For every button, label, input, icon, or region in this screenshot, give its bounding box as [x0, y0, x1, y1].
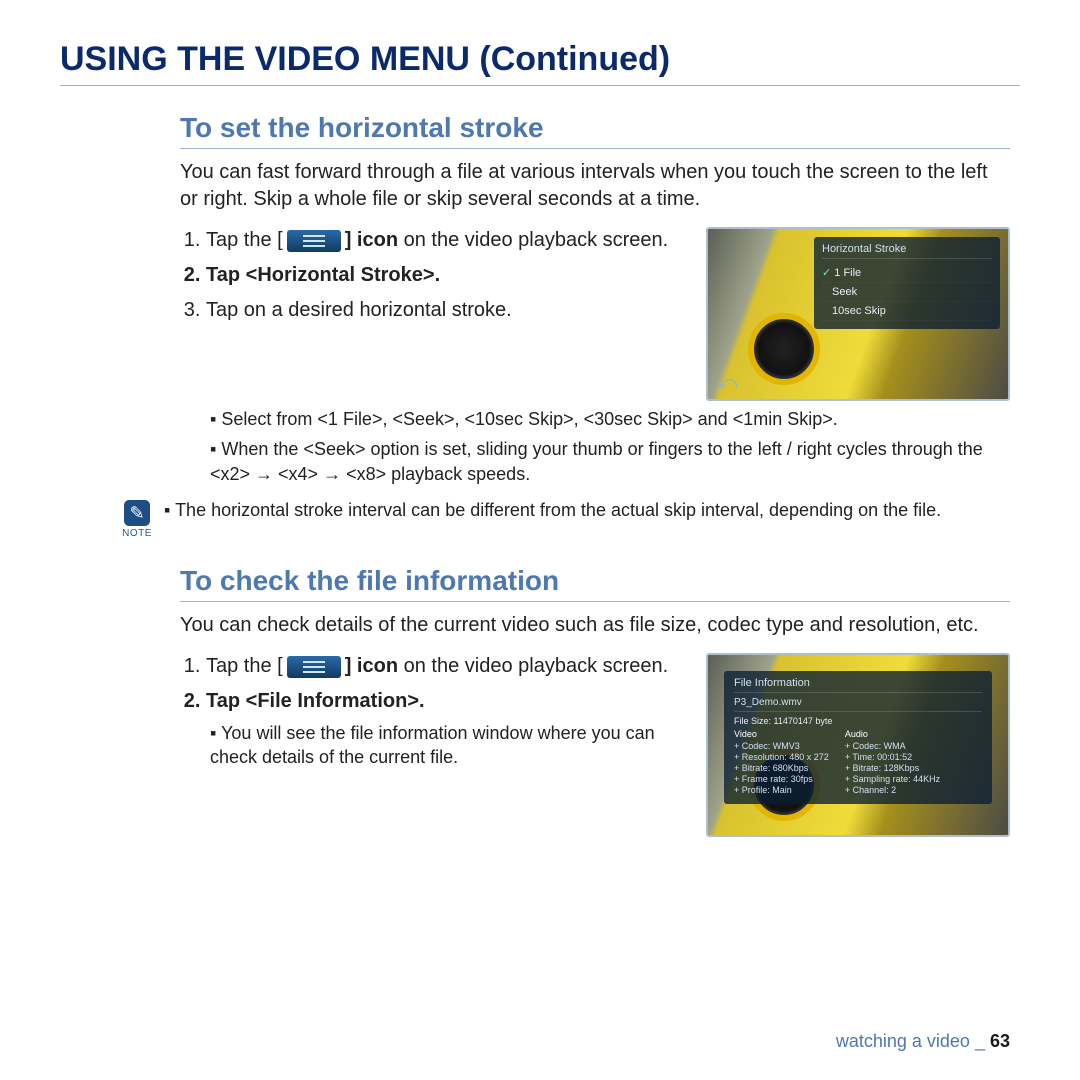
footer-section: watching a video _: [836, 1031, 990, 1051]
section2-step2: Tap <File Information>. You will see the…: [206, 688, 686, 770]
a-codec: + Codec: WMA: [845, 741, 940, 751]
section2-steps: Tap the [ ] icon on the video playback sc…: [180, 653, 686, 770]
v-res: + Resolution: 480 x 272: [734, 752, 829, 762]
s2-step1-b: ] icon: [345, 655, 398, 677]
section1-heading: To set the horizontal stroke: [180, 112, 1010, 149]
step2-part-c: .: [435, 264, 441, 286]
menu-icon: [287, 230, 341, 252]
s2-step2-b: <File Information>: [246, 690, 419, 712]
section1-note: The horizontal stroke interval can be di…: [164, 500, 941, 521]
screenshot-horizontal-stroke: Horizontal Stroke 1 File Seek 10sec Skip…: [706, 227, 1010, 401]
v-bitrate: + Bitrate: 680Kbps: [734, 763, 829, 773]
section1-step3: Tap on a desired horizontal stroke.: [206, 297, 686, 324]
section1-steps: Tap the [ ] icon on the video playback sc…: [180, 227, 686, 324]
step2-part-b: <Horizontal Stroke>: [246, 264, 435, 286]
file-size: File Size: 11470147 byte: [734, 716, 982, 726]
menu-option-1file[interactable]: 1 File: [822, 263, 992, 283]
step1-part-b: ] icon: [345, 229, 398, 251]
step3-text: Tap on a desired horizontal stroke.: [206, 299, 512, 321]
step1-part-c: on the video playback screen.: [398, 229, 668, 251]
file-info-name: P3_Demo.wmv: [734, 697, 982, 712]
file-info-panel: File Information P3_Demo.wmv File Size: …: [724, 671, 992, 804]
horizontal-stroke-menu: Horizontal Stroke 1 File Seek 10sec Skip: [814, 237, 1000, 329]
section2-step1: Tap the [ ] icon on the video playback sc…: [206, 653, 686, 680]
video-head: Video: [734, 729, 829, 739]
back-arrow-icon[interactable]: ⤺: [718, 372, 737, 393]
note-label: NOTE: [120, 528, 154, 539]
v-codec: + Codec: WMV3: [734, 741, 829, 751]
menu-option-10sec[interactable]: 10sec Skip: [822, 302, 992, 321]
screenshot-file-info: File Information P3_Demo.wmv File Size: …: [706, 653, 1010, 837]
a-channel: + Channel: 2: [845, 785, 940, 795]
menu-icon: [287, 656, 341, 678]
a-time: + Time: 00:01:52: [845, 752, 940, 762]
s2-step1-a: Tap the [: [206, 655, 283, 677]
s2-step2-a: Tap: [206, 690, 246, 712]
note-icon: ✎ NOTE: [120, 500, 154, 539]
v-profile: + Profile: Main: [734, 785, 829, 795]
v-fps: + Frame rate: 30fps: [734, 774, 829, 784]
section1-step1: Tap the [ ] icon on the video playback sc…: [206, 227, 686, 254]
step1-part-a: Tap the [: [206, 229, 283, 251]
section2-intro: You can check details of the current vid…: [180, 612, 1010, 639]
page-footer: watching a video _ 63: [836, 1031, 1010, 1052]
audio-head: Audio: [845, 729, 940, 739]
section1-sub2: When the <Seek> option is set, sliding y…: [210, 437, 1010, 486]
section2-sub1: You will see the file information window…: [210, 721, 686, 770]
footer-page-number: 63: [990, 1031, 1010, 1051]
page-title: USING THE VIDEO MENU (Continued): [60, 40, 1020, 86]
menu-title: Horizontal Stroke: [822, 243, 992, 259]
s2-step1-c: on the video playback screen.: [398, 655, 668, 677]
section1-sub1: Select from <1 File>, <Seek>, <10sec Ski…: [210, 407, 1010, 431]
section1-intro: You can fast forward through a file at v…: [180, 159, 1010, 213]
section2-heading: To check the file information: [180, 565, 1010, 602]
a-bitrate: + Bitrate: 128Kbps: [845, 763, 940, 773]
s2-step2-c: .: [419, 690, 425, 712]
file-info-title: File Information: [734, 677, 982, 693]
section1-substeps: Select from <1 File>, <Seek>, <10sec Ski…: [206, 407, 1010, 486]
section1-step2: Tap <Horizontal Stroke>.: [206, 262, 686, 289]
step2-part-a: Tap: [206, 264, 246, 286]
note-row: ✎ NOTE The horizontal stroke interval ca…: [120, 500, 960, 539]
menu-option-seek[interactable]: Seek: [822, 283, 992, 302]
a-sample: + Sampling rate: 44KHz: [845, 774, 940, 784]
